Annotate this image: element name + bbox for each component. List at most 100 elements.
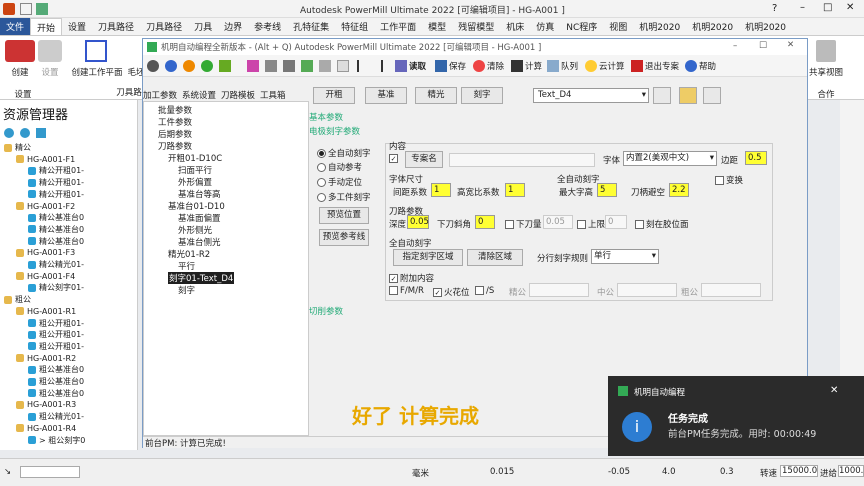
param-tree-item[interactable]: 基准台侧光 [178, 236, 221, 248]
dialog-menu-item[interactable]: 系统设置 [182, 91, 216, 101]
param-tree-item[interactable]: 基准台等高 [178, 188, 221, 200]
ribbon-tab[interactable]: 机明2020 [633, 18, 686, 35]
ribbon-tab[interactable]: 特征组 [335, 18, 374, 35]
ribbon-tab[interactable]: 刀具路径 [92, 18, 140, 35]
flower-icon[interactable] [219, 60, 231, 72]
settings-icon[interactable] [38, 40, 62, 62]
param-tree-item[interactable]: 扫面平行 [178, 164, 212, 176]
value-1[interactable]: -0.05 [608, 467, 630, 477]
new-file-icon[interactable] [20, 3, 32, 15]
frame-button[interactable] [703, 87, 721, 104]
explorer-item[interactable]: HG-A001-F4 [16, 271, 75, 282]
upper-check[interactable]: 上限 [577, 218, 605, 230]
param-tree-item[interactable]: 刻字01-Text_D4 [168, 272, 235, 284]
mid-input[interactable] [617, 283, 677, 297]
avoid-input[interactable]: 2.2 [669, 183, 689, 197]
explorer-item[interactable]: 粗公开粗01- [28, 318, 84, 329]
rough-input[interactable] [701, 283, 761, 297]
delete-icon[interactable] [36, 128, 46, 138]
project-name-button[interactable]: 专案名 [405, 151, 443, 168]
select-icon[interactable]: ↘ [4, 467, 11, 477]
first-icon[interactable] [357, 60, 365, 72]
explorer-item[interactable]: 精公基准台0 [28, 224, 84, 235]
create-button[interactable]: 创建 [4, 66, 36, 78]
clear-area-button[interactable]: 清除区域 [467, 249, 523, 266]
font-select[interactable]: 内置2(美观中文) ▾ [623, 151, 717, 166]
ribbon-tab[interactable]: 视图 [603, 18, 633, 35]
ribbon-tab[interactable]: 模型 [422, 18, 452, 35]
explorer-item[interactable]: 精公基准台0 [28, 212, 84, 223]
last-icon[interactable] [375, 60, 383, 72]
tool-select[interactable]: Text_D4 ▾ [533, 88, 649, 103]
cloud-calc-button[interactable]: 云计算 [599, 60, 625, 72]
fine-input[interactable] [529, 283, 589, 297]
lower-input[interactable]: 0.05 [543, 215, 573, 229]
param-tree-item[interactable]: 开粗01-D10C [168, 152, 222, 164]
radio-multi[interactable]: 多工件刻字 [317, 191, 371, 203]
ribbon-tab[interactable]: 孔特征集 [287, 18, 335, 35]
margin-input[interactable]: 0.5 [745, 151, 767, 165]
dialog-minimize-icon[interactable]: – [733, 41, 737, 51]
spark-check[interactable]: ✓ 火花位 [433, 286, 470, 298]
param-tree-item[interactable]: 基准面偏置 [178, 212, 221, 224]
home-icon[interactable] [4, 128, 14, 138]
pencil-button[interactable] [653, 87, 671, 104]
ribbon-tab[interactable]: 文件 [0, 18, 31, 35]
settings-button[interactable]: 设置 [36, 66, 64, 78]
explorer-item[interactable]: HG-A001-F3 [16, 247, 75, 258]
ribbon-tab[interactable]: 残留模型 [452, 18, 500, 35]
read-button[interactable]: 读取 [409, 60, 426, 72]
explorer-item[interactable]: 粗公基准台0 [28, 364, 84, 375]
value-2[interactable]: 4.0 [662, 467, 676, 477]
radio-auto-ref[interactable]: 自动参考 [317, 161, 362, 173]
ribbon-tab[interactable]: 边界 [218, 18, 248, 35]
ribbon-tab[interactable]: 机明2020 [739, 18, 792, 35]
param-tree-item[interactable]: 外形侧光 [178, 224, 212, 236]
save-icon[interactable] [36, 3, 48, 15]
ribbon-tab[interactable]: 设置 [62, 18, 92, 35]
param-tree-item[interactable]: 批量参数 [158, 104, 192, 116]
clear-button[interactable]: 清除 [487, 60, 504, 72]
palette-icon[interactable] [247, 60, 259, 72]
ribbon-tab[interactable]: 机明2020 [686, 18, 739, 35]
minimize-icon[interactable]: – [800, 2, 805, 13]
help-icon[interactable]: ? [772, 3, 777, 14]
hw-input[interactable]: 1 [505, 183, 525, 197]
glue-check[interactable]: 刻在胶位面 [635, 218, 689, 230]
transform-check[interactable]: 变换 [715, 174, 743, 186]
explorer-item[interactable]: HG-A001-F1 [16, 154, 75, 165]
preview-position-button[interactable]: 预览位置 [319, 207, 369, 224]
explorer-item[interactable]: 粗公基准台0 [28, 388, 84, 399]
save-button[interactable]: 保存 [449, 60, 466, 72]
refresh-icon[interactable] [20, 128, 30, 138]
tool-icon[interactable] [265, 60, 277, 72]
workplane-icon[interactable] [85, 40, 107, 62]
explorer-item[interactable]: HG-A001-R4 [16, 423, 76, 434]
extra-check[interactable]: ✓ 附加内容 [389, 272, 434, 284]
param-tree-item[interactable]: 刀路参数 [158, 140, 192, 152]
arrow-in-icon[interactable] [301, 60, 313, 72]
depth-input[interactable]: 0.05 [407, 215, 429, 229]
cube-icon[interactable] [816, 40, 836, 62]
explorer-item[interactable]: 粗公基准台0 [28, 376, 84, 387]
close-icon[interactable]: ✕ [846, 2, 854, 13]
explorer-item[interactable]: 精公 [4, 142, 31, 153]
electrode-params-section[interactable]: 电极刻字参数 [309, 125, 360, 137]
calc-button[interactable]: 计算 [525, 60, 542, 72]
download-button[interactable] [679, 87, 697, 104]
explorer-item[interactable]: 粗公开粗01- [28, 329, 84, 340]
ribbon-tab[interactable]: 仿真 [530, 18, 560, 35]
ribbon-tab[interactable]: 机床 [500, 18, 530, 35]
max-height-input[interactable]: 5 [597, 183, 617, 197]
jingguang-button[interactable]: 精光 [415, 87, 457, 104]
arrow-out-icon[interactable] [319, 60, 331, 72]
explorer-item[interactable]: 精公精光01- [28, 259, 84, 270]
param-tree-item[interactable]: 平行 [178, 260, 195, 272]
tolerance-value[interactable]: 0.015 [490, 467, 514, 477]
dialog-close-icon[interactable]: ✕ [787, 40, 794, 50]
rule-select[interactable]: 单行 ▾ [591, 249, 659, 264]
feed-input[interactable]: 1000.0 [838, 465, 864, 477]
angle-input[interactable]: 0 [475, 215, 495, 229]
gear-icon[interactable] [147, 60, 159, 72]
fmr-check[interactable]: F/M/R [389, 286, 424, 296]
